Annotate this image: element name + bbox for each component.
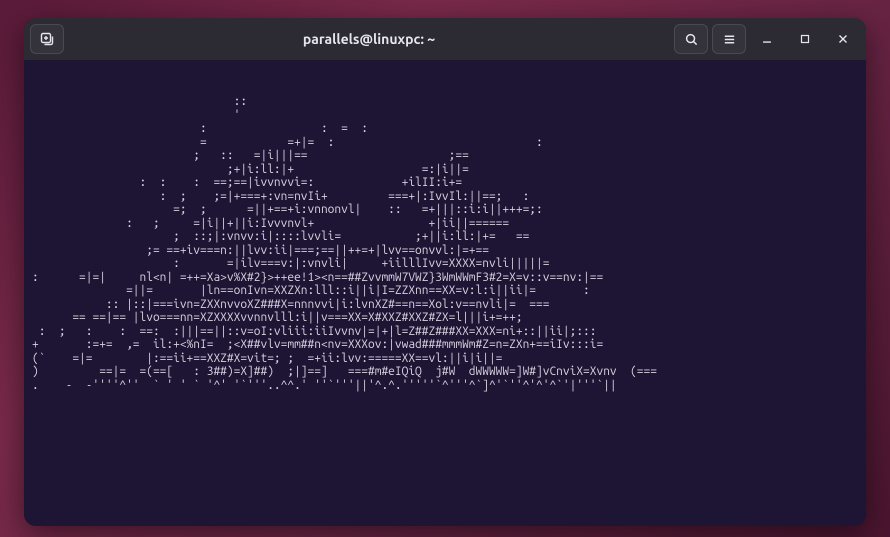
minimize-icon [760, 32, 774, 46]
search-icon [684, 32, 699, 47]
terminal-output: :: ' : : = : = =+|= : : ; :: =|i| [32, 68, 858, 392]
new-tab-button[interactable] [30, 24, 64, 54]
new-tab-icon [39, 31, 55, 47]
window-title: parallels@linuxpc: ~ [64, 31, 674, 47]
titlebar-left [30, 24, 64, 54]
terminal-window: parallels@linuxpc: ~ [24, 18, 866, 526]
titlebar-right [674, 24, 860, 54]
close-button[interactable] [826, 24, 860, 54]
minimize-button[interactable] [750, 24, 784, 54]
maximize-button[interactable] [788, 24, 822, 54]
close-icon [836, 32, 850, 46]
terminal-body[interactable]: :: ' : : = : = =+|= : : ; :: =|i| [24, 60, 866, 526]
menu-button[interactable] [712, 24, 746, 54]
search-button[interactable] [674, 24, 708, 54]
titlebar: parallels@linuxpc: ~ [24, 18, 866, 60]
maximize-icon [798, 32, 812, 46]
hamburger-menu-icon [722, 32, 737, 47]
